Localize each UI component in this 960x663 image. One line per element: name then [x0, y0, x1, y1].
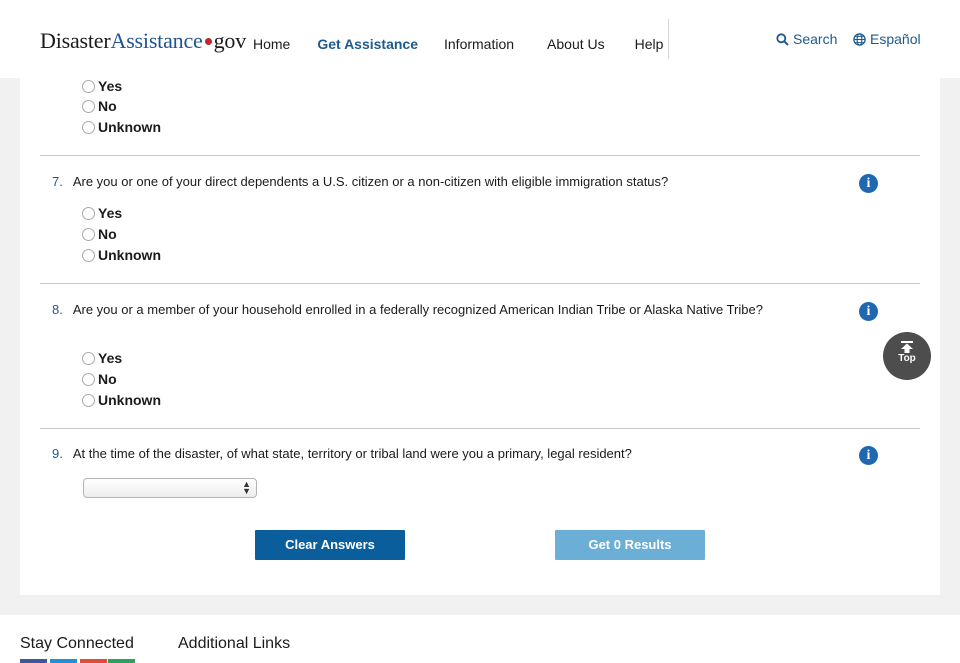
nav-information[interactable]: Information [444, 36, 514, 52]
question-text: At the time of the disaster, of what sta… [72, 446, 632, 461]
radio-circle[interactable] [82, 120, 95, 134]
clear-answers-button[interactable]: Clear Answers [255, 530, 405, 560]
q8-option-unknown[interactable]: Unknown [82, 392, 161, 408]
q7-option-unknown[interactable]: Unknown [82, 247, 161, 263]
nav-help[interactable]: Help [635, 36, 664, 52]
globe-icon [853, 32, 866, 46]
q6-option-no[interactable]: No [82, 98, 117, 114]
option-label: Unknown [98, 247, 161, 263]
q8-option-no[interactable]: No [82, 371, 117, 387]
option-label: Yes [98, 205, 123, 221]
option-label: Yes [98, 78, 123, 94]
questionnaire-panel [20, 60, 940, 595]
language-label: Español [870, 31, 921, 47]
q6-option-unknown[interactable]: Unknown [82, 119, 161, 135]
arrow-up-icon [901, 341, 913, 353]
state-select[interactable]: ▲ ▼ [83, 478, 257, 498]
top-label: Top [898, 353, 916, 364]
logo-text-3: gov [213, 28, 247, 53]
info-icon[interactable]: i [859, 174, 878, 193]
option-label: Unknown [98, 392, 161, 408]
option-label: No [98, 371, 117, 387]
twitter-icon[interactable] [50, 659, 77, 663]
option-label: Yes [98, 350, 123, 366]
google-plus-icon[interactable] [80, 659, 107, 663]
search-icon [776, 32, 789, 46]
get-results-button[interactable]: Get 0 Results [555, 530, 705, 560]
nav-divider [668, 19, 669, 59]
radio-circle[interactable] [82, 206, 95, 220]
back-to-top-button[interactable]: Top [883, 332, 931, 380]
nav-home[interactable]: Home [253, 36, 290, 52]
q7-option-no[interactable]: No [82, 226, 117, 242]
info-icon[interactable]: i [859, 446, 878, 465]
radio-circle[interactable] [82, 99, 95, 113]
radio-circle[interactable] [82, 372, 95, 386]
logo-text-1: Disaster [40, 28, 111, 53]
logo-text-2: Assistance [110, 28, 203, 53]
radio-circle[interactable] [82, 351, 95, 365]
site-header: DisasterAssistance gov Home Get Assistanc… [0, 0, 960, 78]
share-icon[interactable] [108, 659, 135, 663]
search-label: Search [793, 31, 838, 47]
option-label: Unknown [98, 119, 161, 135]
nav-about-us[interactable]: About Us [547, 36, 605, 52]
question-divider [40, 155, 920, 156]
question-divider [40, 283, 920, 284]
question-7: 7. Are you or one of your direct dependen… [52, 174, 792, 190]
q6-option-yes[interactable]: Yes [82, 78, 122, 94]
q7-option-yes[interactable]: Yes [82, 205, 122, 221]
radio-circle[interactable] [82, 248, 95, 262]
radio-circle[interactable] [82, 227, 95, 241]
select-arrows-icon: ▲ ▼ [242, 479, 251, 496]
site-footer: Stay Connected Additional Links [0, 615, 960, 663]
question-number: 8. [52, 302, 63, 317]
question-number: 9. [52, 446, 63, 461]
site-logo[interactable]: DisasterAssistance gov [40, 28, 246, 54]
question-text: Are you or a member of your household en… [72, 302, 763, 317]
question-number: 7. [52, 174, 63, 189]
option-label: No [98, 98, 117, 114]
main-nav: Home Get Assistance Information About Us… [253, 36, 663, 52]
option-label: No [98, 226, 117, 242]
radio-circle[interactable] [82, 79, 95, 93]
info-icon[interactable]: i [859, 302, 878, 321]
nav-get-assistance[interactable]: Get Assistance [317, 36, 418, 52]
facebook-icon[interactable] [20, 659, 47, 663]
radio-circle[interactable] [82, 393, 95, 407]
question-text: Are you or one of your direct dependents… [72, 174, 669, 189]
additional-links-heading: Additional Links [178, 635, 291, 652]
question-8: 8. Are you or a member of your household … [52, 302, 782, 318]
language-link[interactable]: Español [853, 31, 921, 47]
logo-dot [204, 38, 212, 46]
search-link[interactable]: Search [776, 31, 837, 47]
q8-option-yes[interactable]: Yes [82, 350, 122, 366]
question-divider [40, 428, 920, 429]
stay-connected-heading: Stay Connected [20, 635, 134, 652]
question-9: 9. At the time of the disaster, of what s… [52, 446, 792, 462]
